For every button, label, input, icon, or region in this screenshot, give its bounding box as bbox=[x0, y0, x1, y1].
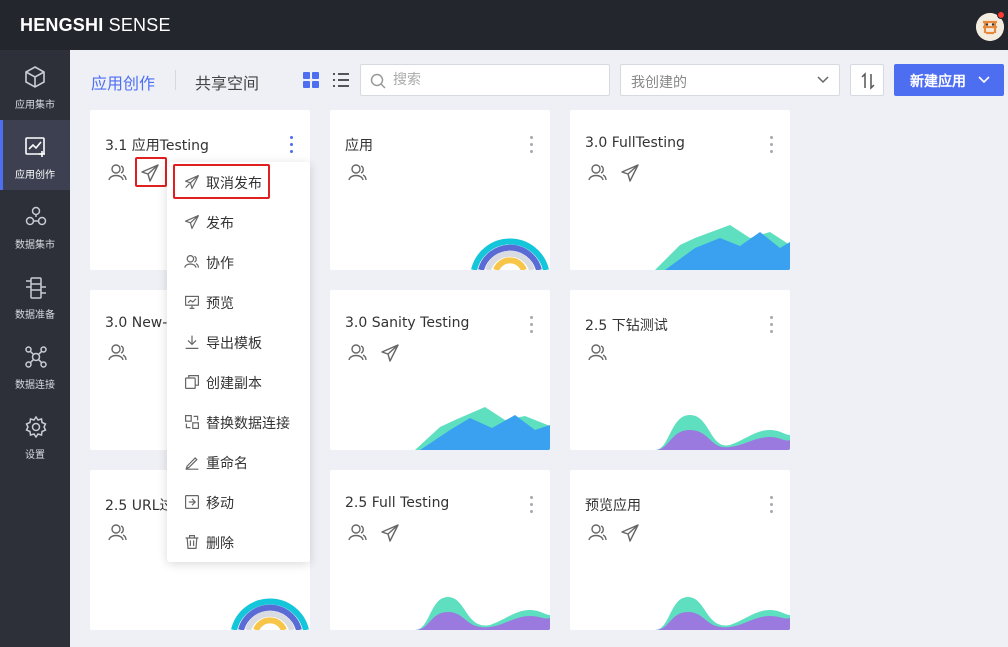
list-icon bbox=[333, 73, 349, 87]
sidebar-item-data-market[interactable]: 数据集市 bbox=[0, 190, 70, 260]
sidebar-item-label: 设置 bbox=[25, 450, 45, 461]
rename-icon bbox=[185, 457, 199, 470]
search-input[interactable] bbox=[393, 71, 593, 89]
menu-item-publish[interactable]: 发布 bbox=[167, 202, 310, 242]
sidebar-item-data-prep[interactable]: 数据准备 bbox=[0, 260, 70, 330]
sidebar: 应用集市 应用创作 数据集市 数据准备 数据连接 设置 bbox=[0, 50, 70, 647]
menu-item-label: 导出模板 bbox=[206, 336, 262, 352]
app-card-title: 3.1 应用Testing bbox=[105, 138, 209, 154]
brand-logo[interactable]: HENGSHI SENSE bbox=[20, 15, 171, 36]
dataset-icon bbox=[25, 206, 47, 226]
menu-item-copy[interactable]: 创建副本 bbox=[167, 362, 310, 402]
sidebar-item-label: 数据准备 bbox=[15, 310, 55, 321]
area-chart-thumbnail-icon bbox=[415, 407, 550, 450]
menu-item-collaborate[interactable]: 协作 bbox=[167, 242, 310, 282]
chart-edit-icon bbox=[25, 137, 45, 157]
area-chart-thumbnail-icon bbox=[655, 225, 790, 270]
app-card[interactable]: 3.0 FullTesting bbox=[570, 110, 790, 270]
grid-icon bbox=[303, 72, 319, 88]
tab-divider bbox=[175, 70, 176, 90]
wave-chart-thumbnail-icon bbox=[655, 597, 790, 630]
top-bar: HENGSHI SENSE bbox=[0, 0, 1008, 50]
replace-connection-icon bbox=[185, 415, 199, 429]
menu-item-label: 预览 bbox=[206, 296, 234, 312]
app-card[interactable]: 预览应用 bbox=[570, 470, 790, 630]
gear-icon bbox=[25, 416, 47, 438]
menu-item-label: 协作 bbox=[206, 256, 234, 272]
new-app-button[interactable]: 新建应用 bbox=[894, 64, 1004, 96]
brand-name-bold: HENGSHI bbox=[20, 15, 104, 35]
collaborate-icon[interactable] bbox=[108, 343, 128, 363]
chevron-down-icon bbox=[817, 76, 829, 84]
app-card[interactable]: 应用 bbox=[330, 110, 550, 270]
wave-chart-thumbnail-icon bbox=[415, 597, 550, 630]
menu-item-label: 创建副本 bbox=[206, 376, 262, 392]
unpublish-highlight bbox=[173, 164, 270, 199]
menu-item-label: 重命名 bbox=[206, 456, 248, 472]
context-menu: 取消发布 发布 协作 预览 导出模板 创建副本 替换数据连接 重命名 移动 删除 bbox=[167, 162, 310, 562]
connection-icon bbox=[25, 346, 47, 368]
menu-item-export-template[interactable]: 导出模板 bbox=[167, 322, 310, 362]
sidebar-item-label: 数据集市 bbox=[15, 240, 55, 251]
menu-item-delete[interactable]: 删除 bbox=[167, 522, 310, 562]
sort-icon bbox=[861, 72, 875, 90]
sidebar-item-label: 数据连接 bbox=[15, 380, 55, 391]
menu-item-label: 移动 bbox=[206, 496, 234, 512]
more-options-button[interactable] bbox=[286, 134, 298, 156]
sidebar-item-settings[interactable]: 设置 bbox=[0, 400, 70, 470]
menu-item-label: 替换数据连接 bbox=[206, 416, 290, 432]
search-icon bbox=[370, 73, 386, 89]
menu-item-move[interactable]: 移动 bbox=[167, 482, 310, 522]
tab-app-creation[interactable]: 应用创作 bbox=[91, 70, 155, 94]
app-card[interactable]: 2.5 下钻测试 bbox=[570, 290, 790, 450]
app-card-title: 3.0 New-F bbox=[105, 315, 176, 331]
collaborate-icon[interactable] bbox=[108, 163, 128, 183]
sidebar-item-data-connection[interactable]: 数据连接 bbox=[0, 330, 70, 400]
sidebar-item-label: 应用创作 bbox=[15, 170, 55, 181]
menu-item-preview[interactable]: 预览 bbox=[167, 282, 310, 322]
notification-dot bbox=[997, 11, 1005, 19]
app-card[interactable]: 3.0 Sanity Testing bbox=[330, 290, 550, 450]
move-icon bbox=[185, 495, 199, 509]
collaborate-icon bbox=[184, 255, 199, 268]
menu-item-label: 删除 bbox=[206, 536, 234, 552]
search-box bbox=[360, 64, 610, 96]
sidebar-item-app-market[interactable]: 应用集市 bbox=[0, 50, 70, 120]
filter-selected-value: 我创建的 bbox=[631, 75, 687, 91]
menu-item-label: 发布 bbox=[206, 216, 234, 232]
sidebar-item-label: 应用集市 bbox=[15, 100, 55, 111]
app-card[interactable]: 2.5 Full Testing bbox=[330, 470, 550, 630]
sidebar-item-app-creation[interactable]: 应用创作 bbox=[0, 120, 70, 190]
menu-item-rename[interactable]: 重命名 bbox=[167, 442, 310, 482]
new-app-label: 新建应用 bbox=[910, 74, 966, 90]
chevron-down-icon bbox=[978, 76, 990, 84]
preview-icon bbox=[185, 295, 199, 309]
list-view-button[interactable] bbox=[332, 71, 350, 89]
menu-item-replace-connection[interactable]: 替换数据连接 bbox=[167, 402, 310, 442]
tab-shared-space[interactable]: 共享空间 bbox=[195, 70, 259, 94]
wave-chart-thumbnail-icon bbox=[655, 415, 790, 450]
delete-icon bbox=[185, 535, 199, 549]
grid-view-button[interactable] bbox=[302, 71, 320, 89]
cube-icon bbox=[25, 66, 45, 88]
donut-thumbnail-icon bbox=[471, 238, 549, 270]
copy-icon bbox=[185, 375, 199, 389]
data-prep-icon bbox=[26, 277, 46, 299]
publish-icon-highlight bbox=[135, 157, 167, 187]
sort-button[interactable] bbox=[850, 64, 884, 96]
publish-icon bbox=[185, 215, 199, 229]
creator-filter-select[interactable]: 我创建的 bbox=[620, 64, 840, 96]
brand-name-light: SENSE bbox=[103, 15, 171, 35]
export-icon bbox=[185, 335, 199, 349]
